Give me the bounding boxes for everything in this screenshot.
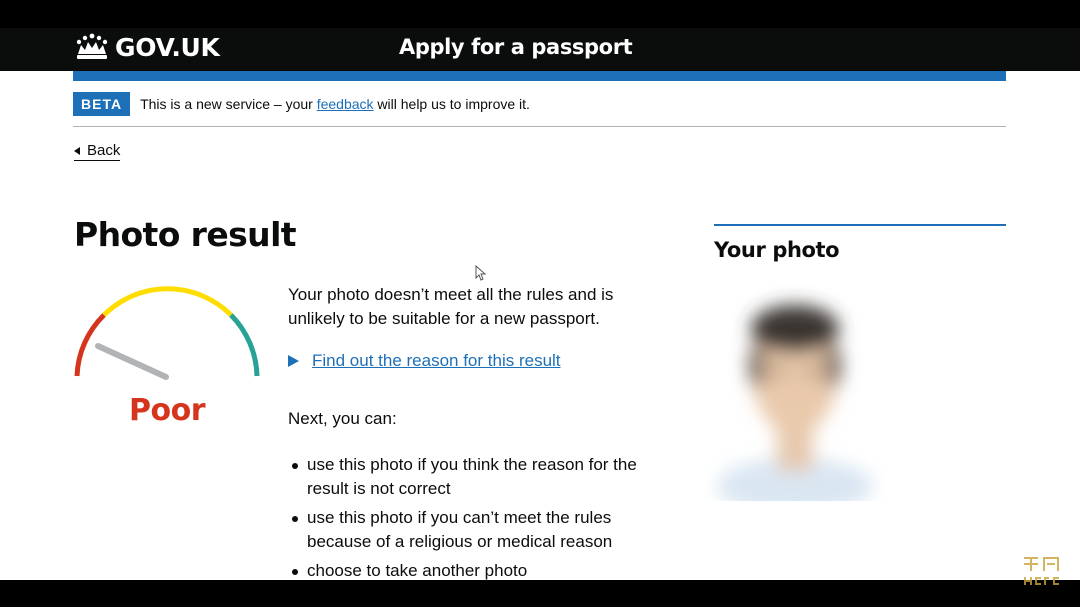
beta-tag: BETA <box>73 92 131 116</box>
bottom-letterbox <box>0 580 1080 607</box>
feedback-link[interactable]: feedback <box>317 96 374 112</box>
list-item: choose to take another photo <box>290 559 670 580</box>
gauge-yellow-segment <box>102 286 233 317</box>
crown-icon <box>76 33 108 59</box>
mouse-cursor-icon <box>475 265 486 281</box>
photo-panel-rule <box>714 224 1006 226</box>
reason-details-summary[interactable]: Find out the reason for this result <box>312 351 561 371</box>
back-link[interactable]: Back <box>74 142 121 161</box>
triangle-right-icon <box>288 355 299 367</box>
next-steps-list: use this photo if you think the reason f… <box>290 453 670 580</box>
quality-gauge <box>74 286 260 380</box>
list-item: use this photo if you can’t meet the rul… <box>290 506 670 554</box>
gauge-teal-segment <box>229 313 260 377</box>
page-title: Photo result <box>74 215 297 254</box>
logo-text: GOV.UK <box>115 32 220 62</box>
result-rating: Poor <box>129 393 206 428</box>
photo-panel-heading: Your photo <box>714 238 840 262</box>
uploaded-photo <box>717 305 873 501</box>
top-letterbox <box>0 0 1080 28</box>
phase-banner-text: This is a new service – your feedback wi… <box>140 92 530 116</box>
watermark-logo <box>1024 557 1059 585</box>
phase-text-before: This is a new service – your <box>140 96 313 112</box>
next-steps-intro: Next, you can: <box>288 409 397 428</box>
govuk-header: GOV.UK Apply for a passport <box>0 28 1080 71</box>
header-blue-bar <box>73 71 1006 81</box>
govuk-logo-link[interactable]: GOV.UK <box>74 32 220 62</box>
page-content: BETA This is a new service – your feedba… <box>0 71 1080 580</box>
phase-text-after: will help us to improve it. <box>377 96 530 112</box>
list-item: use this photo if you think the reason f… <box>290 453 670 501</box>
service-name[interactable]: Apply for a passport <box>399 35 633 59</box>
phase-banner: BETA This is a new service – your feedba… <box>73 92 1006 127</box>
result-description: Your photo doesn’t meet all the rules an… <box>288 285 614 328</box>
reason-details-toggle[interactable]: Find out the reason for this result <box>288 351 561 371</box>
gauge-needle <box>95 343 169 380</box>
